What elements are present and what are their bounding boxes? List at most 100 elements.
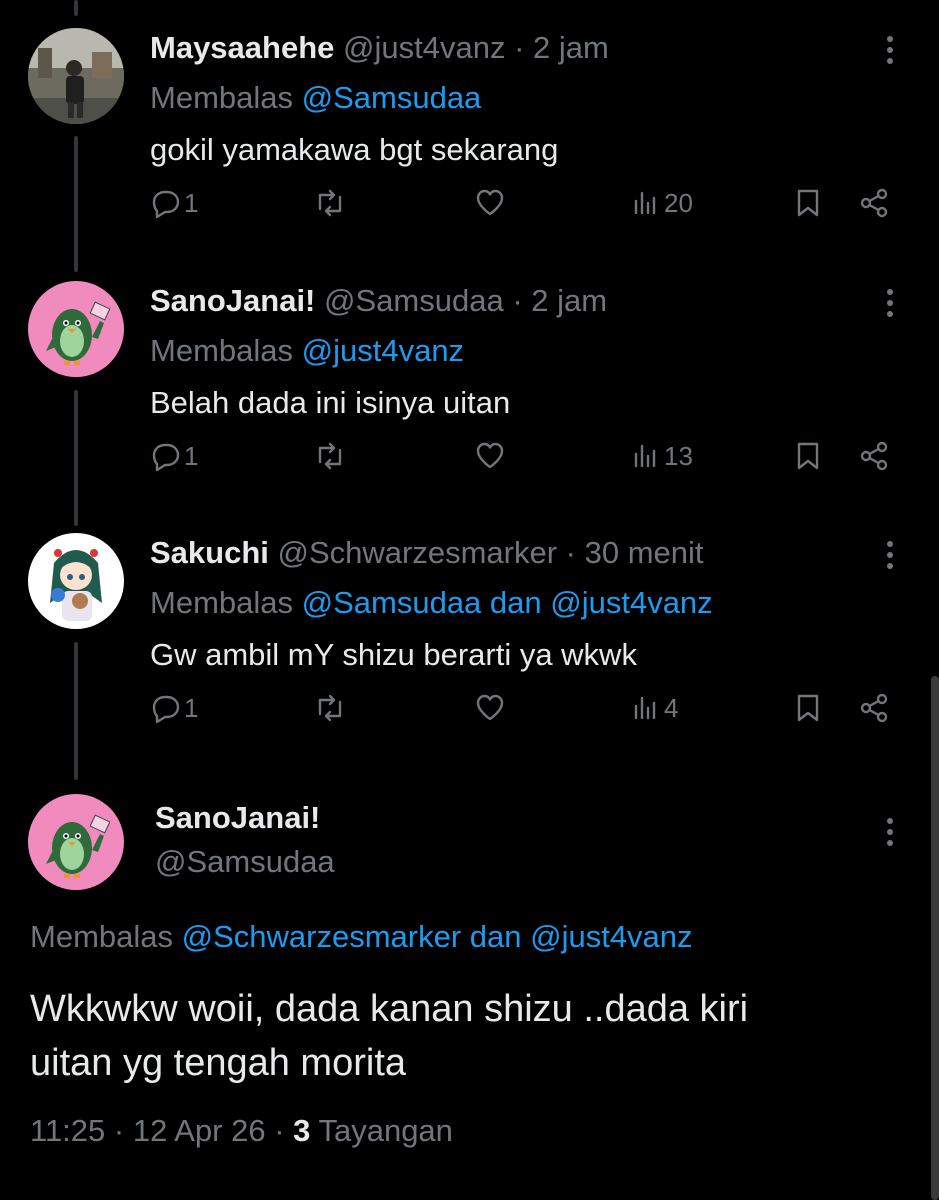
repost-icon: [318, 442, 342, 470]
timestamp[interactable]: 2 jam: [531, 283, 607, 318]
share-button[interactable]: [858, 688, 890, 728]
bookmark-button[interactable]: [792, 183, 824, 223]
views-button[interactable]: 4: [630, 688, 678, 728]
action-bar: 1 13: [0, 436, 939, 476]
heart-icon: [476, 694, 504, 721]
tweet-text-line: Wkkwkw woii, dada kanan shizu ..dada kir…: [30, 988, 749, 1030]
share-button[interactable]: [858, 183, 890, 223]
repost-button[interactable]: [314, 436, 346, 476]
analytics-icon: [634, 696, 656, 720]
share-icon: [860, 441, 888, 471]
mention-link[interactable]: @just4vanz: [302, 333, 464, 368]
analytics-icon: [634, 191, 656, 215]
replying-to: Membalas @just4vanz: [150, 331, 464, 371]
reply-icon: [152, 695, 180, 724]
reply-button[interactable]: 1: [150, 183, 198, 223]
replying-to-label: Membalas: [150, 333, 293, 368]
tweet-header: Sakuchi @Schwarzesmarker · 30 menit: [150, 533, 704, 573]
replying-to-label: Membalas: [150, 585, 293, 620]
mention-link[interactable]: @Schwarzesmarker dan @just4vanz: [182, 919, 693, 954]
thread-line-top: [74, 0, 78, 16]
separator: ·: [565, 535, 576, 570]
reply-tweet[interactable]: SanoJanai! @Samsudaa · 2 jam Membalas @j…: [0, 281, 939, 481]
user-handle[interactable]: @Samsudaa: [155, 842, 335, 882]
reply-tweet[interactable]: Sakuchi @Schwarzesmarker · 30 menit Memb…: [0, 533, 939, 733]
heart-icon: [476, 189, 504, 216]
tweet-text-line: uitan yg tengah morita: [30, 1042, 407, 1084]
like-button[interactable]: [474, 688, 506, 728]
avatar[interactable]: [28, 281, 124, 377]
tweet-text: Gw ambil mY shizu berarti ya wkwk: [150, 637, 637, 672]
separator: ·: [274, 1113, 285, 1148]
anime-girl-avatar-icon: [28, 533, 124, 629]
replying-to: Membalas @Samsudaa: [150, 78, 481, 118]
more-options-icon[interactable]: [878, 818, 902, 852]
tweet-text: Wkkwkw woii, dada kanan shizu ..dada kir…: [30, 982, 910, 1090]
views-count: 4: [664, 692, 679, 723]
separator: ·: [514, 30, 525, 65]
replying-to: Membalas @Schwarzesmarker dan @just4vanz: [30, 916, 693, 958]
bookmark-icon: [797, 189, 819, 217]
mention-link[interactable]: @Samsudaa dan @just4vanz: [302, 585, 713, 620]
separator: ·: [512, 283, 523, 318]
analytics-icon: [634, 444, 656, 468]
person-photo-avatar-icon: [28, 28, 124, 124]
display-name[interactable]: SanoJanai!: [155, 798, 320, 838]
more-options-icon[interactable]: [878, 289, 902, 323]
views-label: Tayangan: [318, 1113, 453, 1148]
display-name[interactable]: Maysaahehe: [150, 30, 334, 65]
user-handle[interactable]: @Schwarzesmarker: [278, 535, 558, 570]
replying-to-label: Membalas: [30, 919, 173, 954]
avatar[interactable]: [28, 533, 124, 629]
bookmark-icon: [797, 694, 819, 722]
reply-count: 1: [184, 440, 199, 471]
action-bar: 1 20: [0, 183, 939, 223]
views-count: 13: [664, 440, 693, 471]
penguin-avatar-icon: [28, 794, 124, 890]
replying-to-label: Membalas: [150, 80, 293, 115]
reply-count: 1: [184, 692, 199, 723]
scrollbar[interactable]: [931, 676, 939, 1200]
more-options-icon[interactable]: [878, 541, 902, 575]
tweet-time[interactable]: 11:25: [30, 1113, 105, 1148]
display-name[interactable]: SanoJanai!: [150, 283, 315, 318]
tweet-meta: 11:25 · 12 Apr 26 · 3 Tayangan: [30, 1110, 453, 1152]
views-button[interactable]: 13: [630, 436, 693, 476]
tweet-text: gokil yamakawa bgt sekarang: [150, 132, 559, 167]
bookmark-button[interactable]: [792, 436, 824, 476]
timestamp[interactable]: 30 menit: [585, 535, 704, 570]
more-options-icon[interactable]: [878, 36, 902, 70]
display-name[interactable]: Sakuchi: [150, 535, 269, 570]
views-button[interactable]: 20: [630, 183, 693, 223]
reply-icon: [152, 443, 180, 472]
reply-button[interactable]: 1: [150, 688, 198, 728]
repost-button[interactable]: [314, 183, 346, 223]
tweet-header: SanoJanai! @Samsudaa · 2 jam: [150, 281, 607, 321]
tweet-header: Maysaahehe @just4vanz · 2 jam: [150, 28, 609, 68]
timestamp[interactable]: 2 jam: [533, 30, 609, 65]
repost-icon: [318, 694, 342, 722]
user-handle[interactable]: @Samsudaa: [324, 283, 504, 318]
tweet-text: Belah dada ini isinya uitan: [150, 385, 511, 420]
bookmark-button[interactable]: [792, 688, 824, 728]
like-button[interactable]: [474, 436, 506, 476]
repost-icon: [318, 189, 342, 217]
share-icon: [860, 188, 888, 218]
reply-icon: [152, 190, 180, 219]
avatar[interactable]: [28, 28, 124, 124]
share-button[interactable]: [858, 436, 890, 476]
heart-icon: [476, 442, 504, 469]
avatar[interactable]: [28, 794, 124, 890]
repost-button[interactable]: [314, 688, 346, 728]
action-bar: 1 4: [0, 688, 939, 728]
like-button[interactable]: [474, 183, 506, 223]
replying-to: Membalas @Samsudaa dan @just4vanz: [150, 583, 713, 623]
reply-tweet[interactable]: Maysaahehe @just4vanz · 2 jam Membalas @…: [0, 28, 939, 228]
separator: ·: [113, 1113, 125, 1148]
user-handle[interactable]: @just4vanz: [343, 30, 505, 65]
mention-link[interactable]: @Samsudaa: [302, 80, 482, 115]
views-count: 3: [293, 1113, 311, 1148]
bookmark-icon: [797, 442, 819, 470]
tweet-date[interactable]: 12 Apr 26: [133, 1113, 266, 1148]
reply-button[interactable]: 1: [150, 436, 198, 476]
